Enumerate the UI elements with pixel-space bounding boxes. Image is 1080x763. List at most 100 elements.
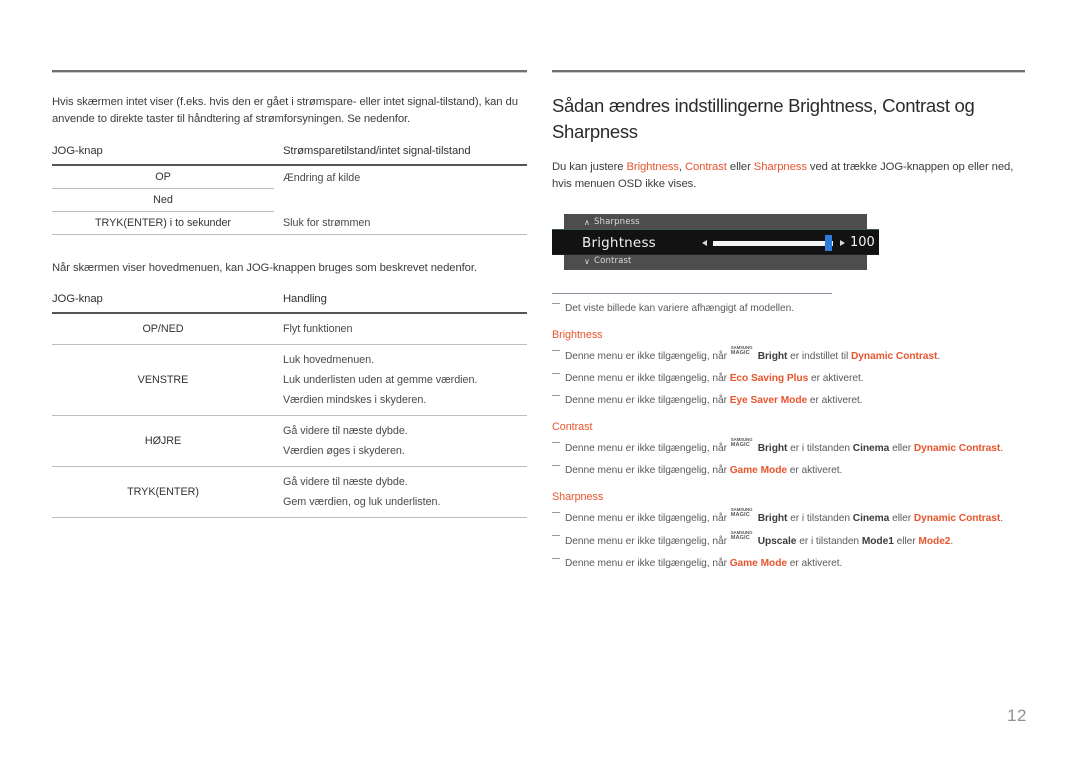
note-accent: Eye Saver Mode [729, 395, 808, 406]
para-accent-brightness: Brightness [626, 161, 679, 173]
note-model-variation: Det viste billede kan variere afhængigt … [552, 302, 1025, 316]
note-text: Denne menu er ikke tilgængelig, når [565, 536, 730, 547]
table2-value-left: Luk hovedmenuen. Luk underlisten uden at… [274, 344, 527, 416]
right-column: Sådan ændres indstillingerne Brightness,… [552, 70, 1025, 571]
power-state-table: JOG-knap Strømsparetilstand/intet signal… [52, 142, 527, 235]
samsung-magic-icon: SAMSUNG MAGIC [731, 437, 758, 452]
value-line: Luk hovedmenuen. [283, 353, 375, 366]
note-text: er i tilstanden [787, 513, 853, 524]
note-heading-brightness: Brightness [552, 329, 603, 341]
value-line: Gem værdien, og luk underlisten. [283, 495, 441, 508]
document-page: Hvis skærmen intet viser (f.eks. hvis de… [0, 0, 1080, 763]
page-title: Sådan ændres indstillingerne Brightness,… [552, 95, 975, 142]
osd-slider-knob[interactable] [825, 235, 832, 251]
note-text: er aktiveret. [786, 465, 843, 476]
note-dash-icon [552, 350, 560, 351]
magic-bottom-text: MAGIC [730, 350, 750, 356]
note-text: er aktiveret. [807, 395, 863, 406]
note-accent: Game Mode [729, 558, 787, 569]
note-accent: Eco Saving Plus [729, 373, 809, 384]
table1-value-source-change: Ændring af kilde [283, 172, 361, 184]
arrow-left-icon[interactable] [702, 240, 707, 246]
note-text: . [950, 536, 954, 547]
note-item: Denne menu er ikke tilgængelig, når SAMS… [552, 507, 1025, 526]
value-line: Værdien mindskes i skyderen. [283, 393, 427, 406]
osd-slider-value: 100 [850, 235, 875, 250]
table2-key-right: HØJRE [52, 415, 274, 467]
value-line: Værdien øges i skyderen. [283, 444, 405, 457]
note-accent: Mode2 [918, 536, 951, 547]
note-item: Denne menu er ikke tilgængelig, når Game… [552, 557, 1025, 571]
osd-item-label: Sharpness [594, 217, 640, 227]
table-row: TRYK(ENTER) i to sekunder Sluk for strøm… [52, 211, 527, 235]
note-dash-icon [552, 535, 560, 536]
note-item: Denne menu er ikke tilgængelig, når Eco … [552, 372, 1025, 386]
note-text: Denne menu er ikke tilgængelig, når [565, 351, 730, 362]
note-bold-bright: Bright [757, 351, 788, 362]
table1-key-ned: Ned [52, 188, 274, 212]
notes-divider [552, 293, 832, 294]
note-text: Denne menu er ikke tilgængelig, når [565, 443, 730, 454]
note-text: er i tilstanden [796, 536, 862, 547]
left-column: Hvis skærmen intet viser (f.eks. hvis de… [52, 70, 527, 518]
table2-key-up-down: OP/NED [52, 312, 274, 345]
table2-header-jog: JOG-knap [52, 292, 103, 305]
note-text: eller [893, 536, 919, 547]
value-line: Gå videre til næste dybde. [283, 424, 408, 437]
left-intro-paragraph-2: Når skærmen viser hovedmenuen, kan JOG-k… [52, 262, 477, 274]
table2-header-action: Handling [283, 292, 327, 305]
note-item: Denne menu er ikke tilgængelig, når SAMS… [552, 530, 1025, 549]
right-intro-paragraph: Du kan justere Brightness, Contrast elle… [552, 159, 1025, 192]
arrow-right-icon[interactable] [840, 240, 845, 246]
note-heading-sharpness: Sharpness [552, 491, 604, 503]
magic-bottom-text: MAGIC [730, 535, 750, 541]
value-line: Gå videre til næste dybde. [283, 475, 408, 488]
table2-key-left: VENSTRE [52, 344, 274, 416]
note-accent: Dynamic Contrast [913, 443, 1001, 454]
para-accent-sharpness: Sharpness [753, 161, 807, 173]
table-header-row: JOG-knap Strømsparetilstand/intet signal… [52, 142, 527, 164]
table2-value-up-down: Flyt funktionen [274, 312, 527, 345]
note-text: Denne menu er ikke tilgængelig, når [565, 395, 730, 406]
note-accent: Dynamic Contrast [850, 351, 938, 362]
table-row: HØJRE Gå videre til næste dybde. Værdien… [52, 415, 527, 467]
note-item: Denne menu er ikke tilgængelig, når SAMS… [552, 437, 1025, 456]
table2-key-enter: TRYK(ENTER) [52, 466, 274, 518]
osd-slider-illustration: ∧ Sharpness ∨ Contrast Brightness 100 [552, 214, 879, 270]
note-text: . [937, 351, 941, 362]
osd-item-brightness-selected[interactable]: Brightness 100 [552, 229, 879, 255]
note-text: er indstillet til [787, 351, 851, 362]
note-text: Denne menu er ikke tilgængelig, når [565, 513, 730, 524]
menu-action-table: JOG-knap Handling OP/NED Flyt funktionen… [52, 290, 527, 518]
page-number: 12 [1007, 706, 1027, 725]
table1-header-jog: JOG-knap [52, 145, 103, 157]
para-text: Du kan justere [552, 161, 627, 173]
note-bold-bright: Bright [757, 443, 788, 454]
note-accent: Dynamic Contrast [913, 513, 1001, 524]
note-text: er i tilstanden [787, 443, 853, 454]
samsung-magic-icon: SAMSUNG MAGIC [730, 507, 758, 522]
table-row: TRYK(ENTER) Gå videre til næste dybde. G… [52, 466, 527, 518]
note-dash-icon [552, 303, 560, 304]
osd-item-label: Contrast [594, 256, 632, 266]
note-text: Denne menu er ikke tilgængelig, når [565, 558, 730, 569]
note-bold-cinema: Cinema [852, 443, 890, 454]
note-accent: Game Mode [729, 465, 787, 476]
left-column-top-rule [52, 70, 527, 73]
table2-value-enter: Gå videre til næste dybde. Gem værdien, … [274, 466, 527, 518]
note-item: Denne menu er ikke tilgængelig, når Eye … [552, 394, 1025, 408]
magic-bottom-text: MAGIC [730, 512, 750, 518]
osd-slider-track[interactable] [713, 240, 833, 246]
note-text: Denne menu er ikke tilgængelig, når [565, 373, 730, 384]
samsung-magic-icon: SAMSUNG MAGIC [730, 530, 758, 545]
note-dash-icon [552, 373, 560, 374]
para-accent-contrast: Contrast [684, 161, 727, 173]
left-intro-paragraph: Hvis skærmen intet viser (f.eks. hvis de… [52, 96, 518, 125]
note-text: eller [889, 513, 914, 524]
table-row: OP Ændring af kilde [52, 165, 527, 189]
note-item: Denne menu er ikke tilgængelig, når Game… [552, 464, 1025, 478]
table1-key-enter-2s: TRYK(ENTER) i to sekunder [52, 211, 274, 235]
note-item: Denne menu er ikke tilgængelig, når SAMS… [552, 345, 1025, 364]
note-text: . [1000, 443, 1004, 454]
table-row: OP/NED Flyt funktionen [52, 312, 527, 345]
